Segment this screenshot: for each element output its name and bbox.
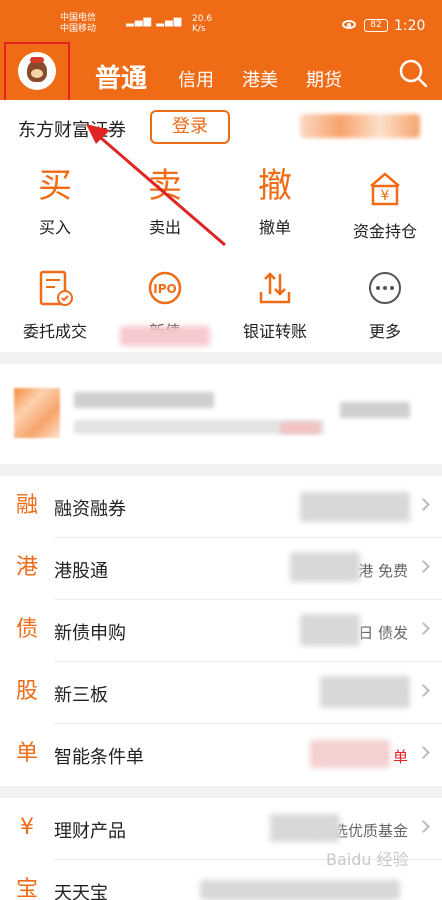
blurred-region xyxy=(300,492,410,522)
blurred-ad xyxy=(300,114,420,138)
carrier-info: 中国电信 中国移动 xyxy=(60,13,96,35)
bank-transfer-button[interactable]: 银证转账 xyxy=(220,266,330,342)
transfer-icon xyxy=(259,272,291,304)
tab-credit[interactable]: 信用 xyxy=(178,66,214,92)
list-item-neeq[interactable]: 股 新三板 新 xyxy=(0,662,442,724)
piggy-bank-icon: 宝 xyxy=(15,877,38,900)
tab-futures[interactable]: 期货 xyxy=(306,66,342,92)
blurred-text xyxy=(280,422,320,434)
list-item-label: 理财产品 xyxy=(54,821,126,842)
eye-icon xyxy=(342,20,356,29)
promo-banner[interactable] xyxy=(0,364,442,464)
chevron-right-icon xyxy=(417,684,430,697)
blurred-region xyxy=(200,880,400,900)
list-item-label: 天天宝 xyxy=(54,883,108,900)
blurred-region xyxy=(300,614,360,646)
service-list: 融 融资融券 两 开 港 港股通 港 免费 债 新债申购 日 债发 股 新三板 … xyxy=(0,476,442,786)
hk-icon: 港 xyxy=(15,555,38,580)
blurred-region xyxy=(310,740,390,768)
blurred-region xyxy=(290,552,360,582)
net-speed-value: 20.6 xyxy=(192,14,213,24)
list-item-label: 新债申购 xyxy=(54,623,126,644)
ipo-icon: IPO xyxy=(148,271,182,305)
annotation-arrow xyxy=(86,124,226,247)
more-icon xyxy=(369,272,401,304)
orders-trades-button[interactable]: 委托成交 xyxy=(0,266,110,342)
svg-text:¥: ¥ xyxy=(381,188,390,204)
tab-normal[interactable]: 普通 xyxy=(95,58,147,95)
list-item-hint: 日 债发 xyxy=(358,624,408,642)
more-button[interactable]: 更多 xyxy=(330,266,440,342)
list-item-hint: 港 免费 xyxy=(358,562,408,580)
blurred-text xyxy=(74,392,214,408)
orders-trades-label: 委托成交 xyxy=(22,322,87,341)
chevron-right-icon xyxy=(417,560,430,573)
banner-image xyxy=(14,388,60,438)
carrier-2: 中国移动 xyxy=(60,24,97,34)
yuan-icon: ¥ xyxy=(370,172,400,206)
svg-text:IPO: IPO xyxy=(153,282,176,296)
funds-positions-label: 资金持仓 xyxy=(352,222,417,241)
tab-hk-us[interactable]: 港美 xyxy=(242,66,278,92)
funds-positions-button[interactable]: ¥ 资金持仓 xyxy=(330,166,440,242)
list-item-label: 港股通 xyxy=(54,561,108,582)
chevron-right-icon xyxy=(417,820,430,833)
list-item-new-bond[interactable]: 债 新债申购 日 债发 xyxy=(0,600,442,662)
blurred-region xyxy=(120,326,210,346)
blurred-region xyxy=(320,676,410,708)
candlestick-icon: 单 xyxy=(15,741,38,766)
list-item-label: 新三板 xyxy=(54,685,108,706)
battery-icon: 82 xyxy=(364,19,388,32)
wealth-icon: ¥ xyxy=(20,815,34,840)
stock-icon: 股 xyxy=(15,679,38,704)
signal-icon: ▂▄▆ ▂▄▆ xyxy=(126,16,183,27)
chevron-right-icon xyxy=(417,498,430,511)
list-item-label: 智能条件单 xyxy=(54,747,144,768)
bond-icon: 债 xyxy=(15,617,38,642)
blurred-region xyxy=(270,814,340,842)
list-item-hk-connect[interactable]: 港 港股通 港 免费 xyxy=(0,538,442,600)
chevron-right-icon xyxy=(417,622,430,635)
blurred-text xyxy=(340,402,410,418)
list-item-label: 融资融券 xyxy=(54,499,126,520)
carrier-1: 中国电信 xyxy=(60,13,97,23)
order-icon xyxy=(39,270,73,306)
status-bar: 中国电信 中国移动 ▂▄▆ ▂▄▆ 20.6 K/s 82 1:20 xyxy=(0,0,442,44)
list-item-margin-trading[interactable]: 融 融资融券 两 开 xyxy=(0,476,442,538)
watermark: Baidu 经验 xyxy=(326,850,409,869)
margin-icon: 融 xyxy=(15,493,38,518)
chevron-right-icon xyxy=(417,746,430,759)
search-icon[interactable] xyxy=(398,58,428,88)
net-speed-unit: K/s xyxy=(192,24,206,34)
more-label: 更多 xyxy=(368,322,401,341)
bank-transfer-label: 银证转账 xyxy=(242,322,307,341)
net-speed: 20.6 K/s xyxy=(192,14,212,34)
list-item-smart-order[interactable]: 单 智能条件单 预设条件 单 xyxy=(0,724,442,786)
clock: 1:20 xyxy=(394,18,426,34)
